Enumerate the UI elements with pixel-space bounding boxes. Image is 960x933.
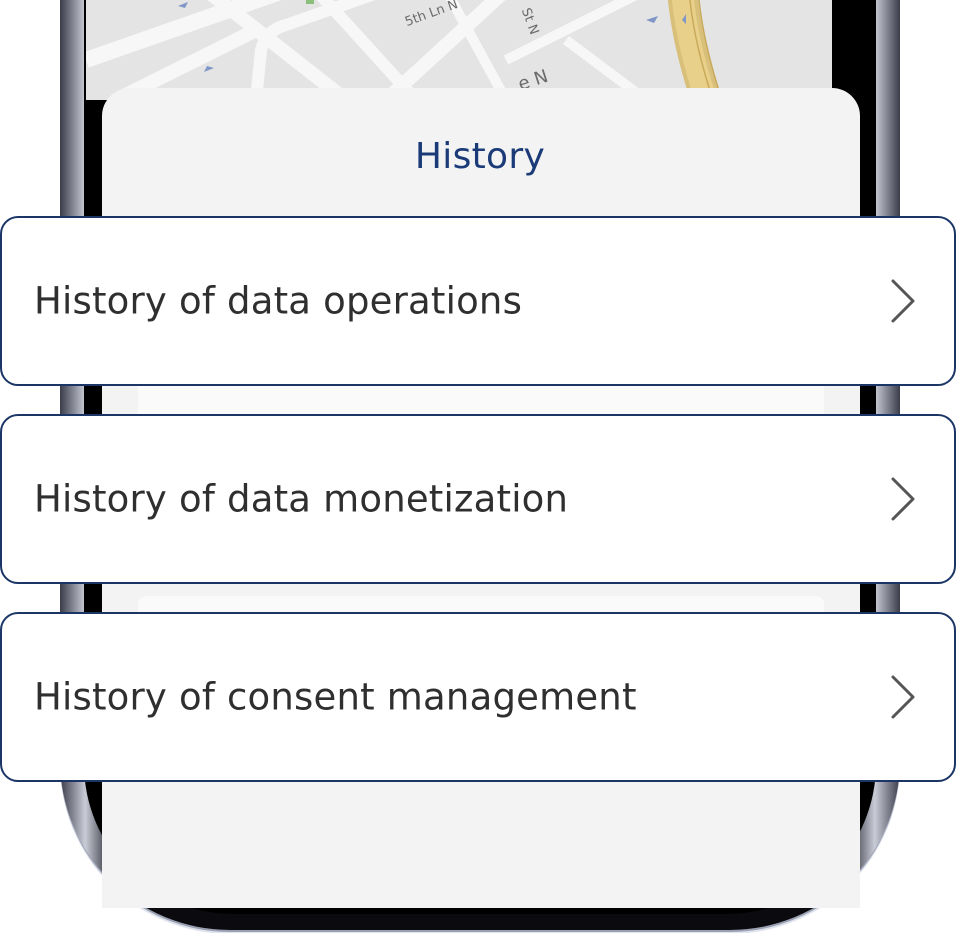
chevron-right-icon	[890, 476, 916, 522]
history-consent-management-button[interactable]: History of consent management	[0, 612, 956, 782]
app-stage: 5th Ln N St N e N History History of dat…	[0, 0, 960, 933]
page-title: History	[414, 136, 546, 177]
option-label: History of data operations	[34, 279, 523, 323]
chevron-right-icon	[890, 278, 916, 324]
map-streets	[86, 0, 832, 100]
option-label: History of consent management	[34, 675, 637, 719]
history-data-operations-button[interactable]: History of data operations	[0, 216, 956, 386]
chevron-right-icon	[890, 674, 916, 720]
history-data-monetization-button[interactable]: History of data monetization	[0, 414, 956, 584]
map-view[interactable]: 5th Ln N St N e N	[86, 0, 832, 100]
option-label: History of data monetization	[34, 477, 569, 521]
